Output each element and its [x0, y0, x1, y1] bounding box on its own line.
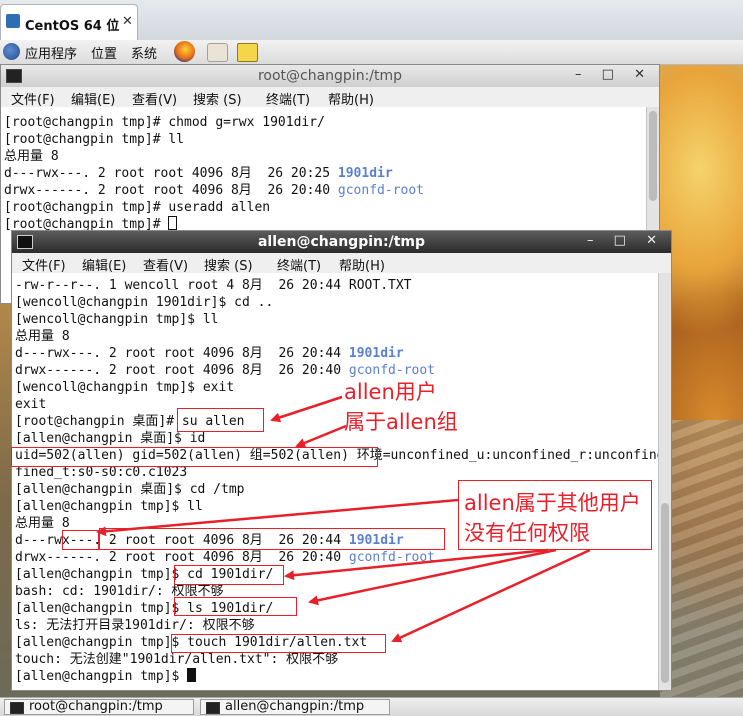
tab-centos[interactable]: CentOS 64 位 ✕ — [0, 4, 138, 40]
line-text: drwx------. 2 root root 4096 8月 26 20:40 — [4, 183, 338, 198]
dir-name: gconfd-root — [337, 183, 424, 198]
terminal-line: [wencoll@changpin 1901dir]$ cd .. — [15, 295, 274, 310]
taskbar-button-root[interactable]: root@changpin:/tmp — [4, 699, 194, 715]
text-cursor — [168, 216, 178, 230]
taskbar: root@changpin:/tmp allen@changpin:/tmp — [0, 697, 743, 716]
terminal-line: 总用量 8 — [15, 329, 70, 344]
terminal-line: [allen@changpin tmp]$ ll — [15, 499, 203, 514]
notes-icon[interactable] — [237, 43, 258, 62]
menu-bar: 文件(F) 编辑(E) 查看(V) 搜索 (S) 终端(T) 帮助(H) — [1, 87, 659, 108]
annotation-allen-user: allen用户 — [344, 380, 437, 404]
annotation-others: allen属于其他用户 — [464, 491, 641, 515]
highlight-su-allen — [177, 408, 264, 432]
terminal-line: drwx------. 2 root root 4096 8月 26 20:40… — [4, 182, 424, 199]
title-bar[interactable]: root@changpin:/tmp – □ ✕ — [1, 65, 659, 88]
close-icon[interactable]: ✕ — [122, 14, 133, 29]
terminal-line: [allen@changpin 桌面]$ id — [15, 431, 206, 446]
terminal-line: d---rwx---. 2 root root 4096 8月 26 20:44… — [15, 345, 404, 362]
menu-file[interactable]: 文件(F) — [11, 89, 55, 108]
top-panel: 应用程序 位置 系统 — [0, 40, 743, 65]
terminal-line: [root@changpin tmp]# ll — [4, 132, 185, 147]
tab-title: CentOS 64 位 — [25, 19, 120, 34]
menu-system[interactable]: 系统 — [131, 43, 157, 62]
title-bar[interactable]: allen@changpin:/tmp – □ ✕ — [12, 231, 671, 254]
terminal-line: drwx------. 2 root root 4096 8月 26 20:40… — [15, 549, 435, 566]
menu-help[interactable]: 帮助(H) — [328, 89, 374, 108]
terminal-line: [allen@changpin tmp]$ — [15, 668, 197, 685]
line-text: d---rwx---. 2 root root 4096 8月 26 20:44 — [15, 346, 349, 361]
firefox-icon[interactable] — [174, 41, 195, 62]
terminal-line: -rw-r--r--. 1 wencoll root 4 8月 26 20:44… — [15, 278, 412, 293]
line-text: d---rwx---. 2 root root 4096 8月 26 20:25 — [4, 166, 338, 181]
dir-name: gconfd-root — [348, 550, 435, 565]
terminal-line: drwx------. 2 root root 4096 8月 26 20:40… — [15, 362, 435, 379]
text-cursor — [187, 668, 197, 682]
menu-bar: 文件(F) 编辑(E) 查看(V) 搜索 (S) 终端(T) 帮助(H) — [12, 253, 671, 274]
scrollbar[interactable] — [658, 273, 671, 690]
annotation-allen-group: 属于allen组 — [344, 410, 458, 434]
line-text: drwx------. 2 root root 4096 8月 26 20:40 — [15, 550, 349, 565]
highlight-cd-cmd — [174, 565, 284, 585]
menu-search[interactable]: 搜索 (S) — [193, 89, 242, 108]
terminal-line: exit — [15, 397, 47, 412]
prompt-text: [allen@changpin tmp]$ — [15, 669, 188, 684]
window-controls[interactable]: – □ ✕ — [575, 67, 653, 82]
window-title: allen@changpin:/tmp — [257, 234, 425, 250]
menu-edit[interactable]: 编辑(E) — [71, 89, 115, 108]
terminal-line: touch: 无法创建"1901dir/allen.txt": 权限不够 — [15, 652, 339, 667]
terminal-line: [root@changpin tmp]# chmod g=rwx 1901dir… — [4, 115, 325, 130]
menu-edit[interactable]: 编辑(E) — [82, 255, 126, 274]
highlight-id-output — [11, 447, 378, 467]
vm-icon — [6, 14, 20, 28]
highlight-ls-cmd — [174, 597, 297, 616]
terminal-line: [wencoll@changpin tmp]$ ll — [15, 312, 219, 327]
vm-tab-bar: CentOS 64 位 ✕ — [0, 0, 743, 41]
terminal-line: ls: 无法打开目录1901dir/: 权限不够 — [15, 618, 255, 633]
menu-places[interactable]: 位置 — [91, 43, 117, 62]
terminal-line: [wencoll@changpin tmp]$ exit — [15, 380, 235, 395]
dir-name: 1901dir — [348, 346, 404, 361]
window-controls[interactable]: – □ ✕ — [587, 233, 665, 248]
taskbar-button-allen[interactable]: allen@changpin:/tmp — [200, 699, 390, 715]
gnome-foot-icon — [3, 43, 20, 60]
line-text: drwx------. 2 root root 4096 8月 26 20:40 — [15, 363, 349, 378]
menu-applications[interactable]: 应用程序 — [25, 43, 77, 62]
taskbar-label: allen@changpin:/tmp — [225, 699, 365, 714]
dir-name: gconfd-root — [348, 363, 435, 378]
scrollbar-thumb[interactable] — [661, 503, 669, 683]
scrollbar-thumb[interactable] — [649, 111, 657, 201]
taskbar-label: root@changpin:/tmp — [29, 699, 163, 714]
menu-view[interactable]: 查看(V) — [143, 255, 188, 274]
terminal-icon — [10, 702, 24, 714]
terminal-line: [root@changpin tmp]# useradd allen — [4, 200, 271, 215]
window-title: root@changpin:/tmp — [257, 68, 403, 84]
annotation-no-permission: 没有任何权限 — [464, 521, 590, 545]
terminal-line: 总用量 8 — [4, 149, 59, 164]
mail-icon[interactable] — [207, 43, 228, 62]
menu-file[interactable]: 文件(F) — [22, 255, 66, 274]
menu-terminal[interactable]: 终端(T) — [277, 255, 321, 274]
menu-search[interactable]: 搜索 (S) — [204, 255, 253, 274]
menu-help[interactable]: 帮助(H) — [339, 255, 385, 274]
menu-terminal[interactable]: 终端(T) — [266, 89, 310, 108]
dir-name: 1901dir — [337, 166, 393, 181]
highlight-touch-cmd — [171, 634, 386, 653]
terminal-icon — [206, 702, 220, 714]
highlight-other-perms — [62, 530, 99, 550]
terminal-line: [allen@changpin 桌面]$ cd /tmp — [15, 482, 245, 497]
highlight-1901dir-row — [99, 528, 445, 550]
menu-view[interactable]: 查看(V) — [132, 89, 177, 108]
terminal-line: d---rwx---. 2 root root 4096 8月 26 20:25… — [4, 165, 393, 182]
